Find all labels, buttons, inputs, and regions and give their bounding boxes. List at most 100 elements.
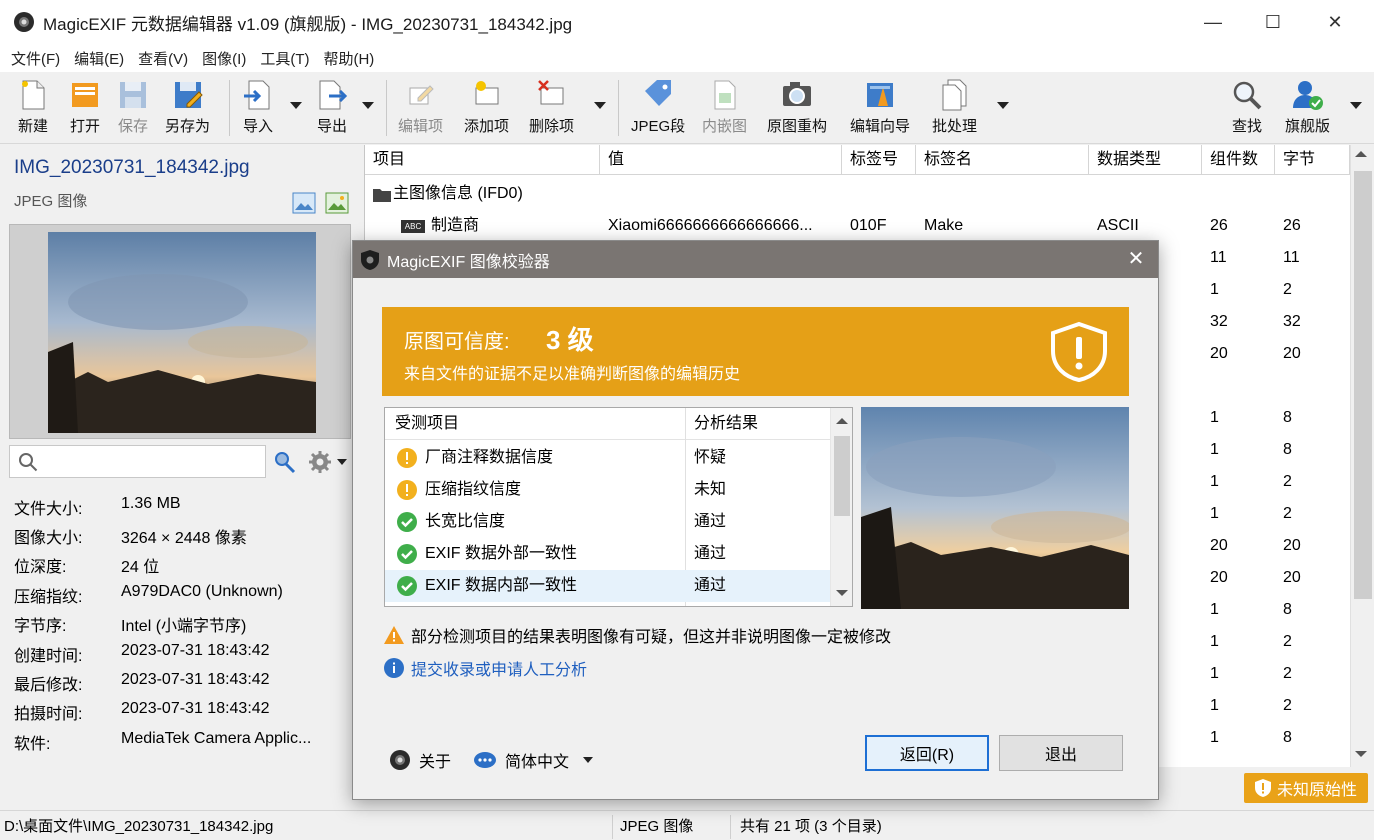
table-cell-bytes: 8 — [1283, 729, 1292, 746]
check-list-scrollbar[interactable] — [830, 408, 852, 606]
save-button[interactable]: 保存 — [116, 76, 150, 140]
dialog-close-button[interactable]: ✕ — [1124, 247, 1148, 271]
new-button[interactable]: 新建 — [16, 76, 50, 140]
window-title: MagicEXIF 元数据编辑器 v1.09 (旗舰版) - IMG_20230… — [43, 14, 573, 34]
close-button[interactable]: ✕ — [1305, 0, 1365, 44]
menu-help[interactable]: 帮助(H) — [323, 48, 374, 69]
table-cell-bytes: 2 — [1283, 281, 1292, 298]
table-cell-bytes: 2 — [1283, 665, 1292, 682]
menu-bar: 文件(F) 编辑(E) 查看(V) 图像(I) 工具(T) 帮助(H) — [0, 44, 1374, 72]
scroll-down-arrow[interactable] — [836, 590, 848, 596]
folder-icon — [373, 189, 391, 202]
edit-wizard-button[interactable]: 编辑向导 — [850, 76, 910, 140]
check-row[interactable]: EXIF 数据外部一致性 通过 — [385, 538, 830, 570]
save-as-button[interactable]: 另存为 — [165, 76, 210, 140]
edition-button[interactable]: 旗舰版 — [1285, 76, 1330, 140]
export-button[interactable]: 导出 — [315, 76, 349, 140]
image-view-icon[interactable] — [292, 192, 316, 214]
exit-button[interactable]: 退出 — [999, 735, 1123, 771]
maximize-button[interactable]: ☐ — [1243, 0, 1303, 44]
originality-badge[interactable]: 未知原始性 — [1244, 773, 1368, 803]
reconstruct-button[interactable]: 原图重构 — [767, 76, 827, 140]
check-result-label: 怀疑 — [694, 449, 727, 466]
delete-item-icon — [537, 80, 563, 105]
tag-icon — [645, 80, 672, 106]
column-header-count[interactable]: 组件数 — [1202, 145, 1275, 175]
search-icon — [1233, 81, 1262, 110]
import-dropdown-arrow[interactable] — [290, 102, 302, 109]
search-input[interactable] — [9, 445, 266, 478]
edit-item-button[interactable]: 编辑项 — [398, 76, 443, 140]
find-button[interactable]: 查找 — [1230, 76, 1264, 140]
batch-dropdown-arrow[interactable] — [997, 102, 1009, 109]
edition-dropdown-arrow[interactable] — [1350, 102, 1362, 109]
manual-analysis-link[interactable]: 提交收录或申请人工分析 — [384, 656, 587, 680]
check-item-label: EXIF 数据外部一致性 — [425, 545, 578, 562]
scroll-thumb[interactable] — [1354, 171, 1372, 599]
back-button[interactable]: 返回(R) — [865, 735, 989, 771]
menu-view[interactable]: 查看(V) — [138, 48, 188, 69]
import-button[interactable]: 导入 — [241, 76, 275, 140]
open-button[interactable]: 打开 — [68, 76, 102, 140]
menu-tools[interactable]: 工具(T) — [260, 48, 309, 69]
table-vertical-scrollbar[interactable] — [1350, 145, 1374, 767]
check-row[interactable]: EXIF 数据内部一致性 通过 — [385, 570, 830, 602]
gear-icon[interactable] — [308, 450, 332, 474]
column-header-bytes[interactable]: 字节 — [1275, 145, 1350, 175]
check-list-header: 受测项目 分析结果 — [385, 408, 830, 440]
search-user-icon[interactable] — [272, 450, 298, 474]
item-dropdown-arrow[interactable] — [594, 102, 606, 109]
embedded-image-icon — [714, 80, 735, 110]
check-results-list: 受测项目 分析结果 厂商注释数据信度 怀疑 压缩指纹信度 未知 长宽比信度 通过 EXIF … — [384, 407, 853, 607]
table-cell-count — [1202, 370, 1210, 402]
scroll-up-arrow[interactable] — [1355, 151, 1367, 157]
search-icon — [19, 453, 38, 472]
check-circle-icon — [397, 544, 417, 564]
column-header-tag-name[interactable]: 标签名 — [916, 145, 1089, 175]
verifier-photo-preview — [861, 407, 1129, 609]
image-thumbnail-icon[interactable] — [325, 192, 349, 214]
check-row[interactable]: 长宽比信度 通过 — [385, 506, 830, 538]
table-cell-count: 1 — [1210, 601, 1219, 618]
check-row[interactable]: 压缩指纹信度 未知 — [385, 474, 830, 506]
sunset-photo — [48, 232, 316, 433]
table-cell-count: 32 — [1210, 313, 1228, 330]
language-selector[interactable]: 简体中文 — [473, 748, 594, 772]
menu-edit[interactable]: 编辑(E) — [74, 48, 124, 69]
warning-circle-icon — [397, 480, 417, 500]
table-cell-count: 20 — [1210, 345, 1228, 362]
minimize-button[interactable]: — — [1183, 0, 1243, 44]
delete-item-button[interactable]: 删除项 — [529, 76, 574, 140]
export-dropdown-arrow[interactable] — [362, 102, 374, 109]
table-header: 项目 值 标签号 标签名 数据类型 组件数 字节 — [365, 145, 1350, 175]
user-badge-icon — [1292, 81, 1323, 110]
column-header-tag-id[interactable]: 标签号 — [842, 145, 916, 175]
scroll-thumb[interactable] — [834, 436, 850, 516]
jpeg-segment-button[interactable]: JPEG段 — [631, 76, 685, 140]
table-cell-count: 1 — [1210, 281, 1219, 298]
menu-file[interactable]: 文件(F) — [11, 48, 60, 69]
settings-dropdown-arrow[interactable] — [337, 459, 347, 465]
warning-circle-icon — [397, 448, 417, 468]
dialog-title-bar: MagicEXIF 图像校验器 ✕ — [353, 241, 1158, 278]
scroll-up-arrow[interactable] — [836, 418, 848, 424]
table-group-row[interactable]: 主图像信息 (IFD0) — [365, 178, 1350, 210]
app-logo-icon — [14, 12, 34, 32]
scroll-down-arrow[interactable] — [1355, 751, 1367, 757]
add-item-button[interactable]: 添加项 — [464, 76, 509, 140]
column-header-item[interactable]: 项目 — [365, 145, 600, 175]
column-header-value[interactable]: 值 — [600, 145, 842, 175]
table-cell-count: 20 — [1210, 537, 1228, 554]
check-result-label: 通过 — [694, 513, 727, 530]
check-result-label: 未知 — [694, 481, 727, 498]
batch-button[interactable]: 批处理 — [932, 76, 977, 140]
embedded-image-button[interactable]: 内嵌图 — [702, 76, 747, 140]
menu-image[interactable]: 图像(I) — [202, 48, 246, 69]
image-verifier-dialog: MagicEXIF 图像校验器 ✕ 原图可信度: 3 级 来自文件的证据不足以准… — [352, 240, 1159, 800]
column-header-data-type[interactable]: 数据类型 — [1089, 145, 1202, 175]
about-button[interactable]: 关于 — [389, 748, 451, 772]
wizard-icon — [867, 83, 893, 107]
check-row[interactable]: 厂商注释数据信度 怀疑 — [385, 442, 830, 474]
table-row[interactable]: ABC 制造商 Xiaomi6666666666666666... 010F M… — [365, 210, 1350, 242]
trust-level-banner: 原图可信度: 3 级 来自文件的证据不足以准确判断图像的编辑历史 — [382, 307, 1129, 396]
